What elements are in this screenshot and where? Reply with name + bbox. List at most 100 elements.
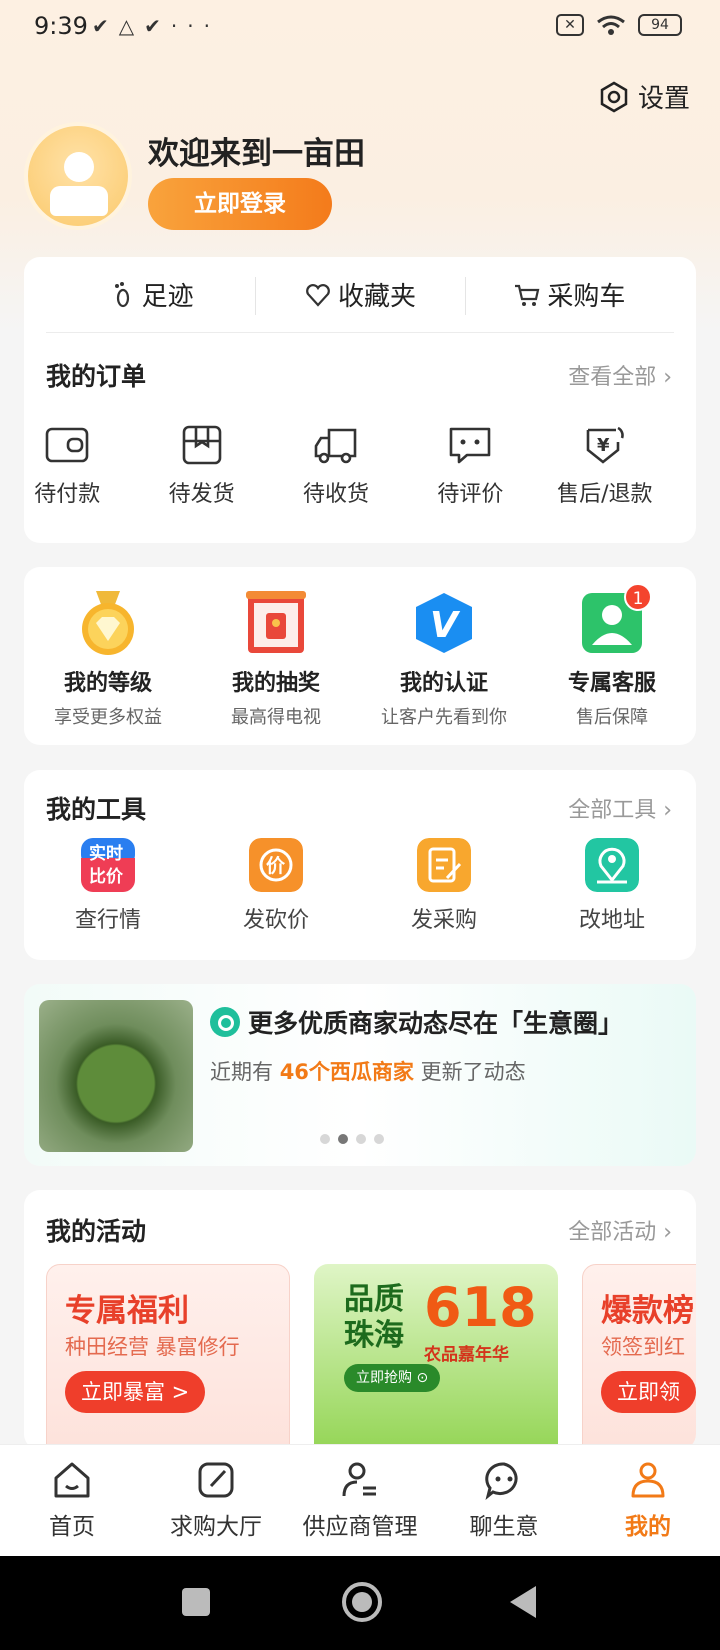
tab-chat[interactable]: 聊生意 — [432, 1445, 576, 1556]
business-circle-banner[interactable]: 更多优质商家动态尽在「生意圈」 近期有 46个西瓜商家 更新了动态 — [24, 984, 696, 1166]
feature-service-title: 专属客服 — [567, 671, 656, 696]
notification-icons: ✔△✔··· — [92, 14, 220, 38]
recent-apps-button[interactable] — [182, 1588, 210, 1616]
activity-hot-list-button[interactable]: 立即领 — [601, 1371, 696, 1413]
feature-lottery[interactable]: 我的抽奖 最高得电视 — [192, 589, 360, 729]
bottom-tab-bar: 首页 求购大厅 供应商管理 聊生意 我的 — [0, 1444, 720, 1556]
tools-view-all[interactable]: 全部工具 › — [568, 792, 672, 824]
activity-618[interactable]: 品质 珠海 618 农品嘉年华 立即抢购 ⊙ — [314, 1264, 558, 1450]
tools-row: 实时 比价 查行情 价 发砍价 发采购 改地址 — [24, 838, 696, 934]
activities-row: 专属福利 种田经营 暴富修行 立即暴富 > 品质 珠海 618 农品嘉年华 立即… — [46, 1264, 696, 1450]
feature-level-title: 我的等级 — [63, 671, 152, 696]
feature-lottery-sub: 最高得电视 — [231, 707, 321, 728]
package-icon — [182, 425, 221, 465]
footprint-link[interactable]: 足迹 — [46, 257, 255, 332]
login-button[interactable]: 立即登录 — [148, 178, 332, 230]
banner-sub-highlight: 46个西瓜商家 — [279, 1060, 414, 1084]
sim-icon: ✕ — [556, 14, 584, 36]
activity-welfare-title: 专属福利 — [65, 1293, 189, 1329]
battery-icon: 94 — [638, 14, 682, 36]
activity-hot-list-sub: 领签到红 — [601, 1335, 685, 1359]
feature-level[interactable]: 我的等级 享受更多权益 — [24, 589, 192, 729]
order-after-sales[interactable]: ¥ 售后/退款 — [538, 424, 672, 508]
business-circle-icon — [210, 1007, 240, 1037]
bargain-icon: 价 — [249, 838, 303, 892]
tool-address[interactable]: 改地址 — [528, 838, 696, 934]
order-pending-payment[interactable]: 待付款 — [0, 424, 134, 508]
price-compare-text-1: 实时 — [89, 843, 123, 864]
order-pending-shipment-label: 待发货 — [168, 482, 235, 507]
home-button[interactable] — [342, 1582, 382, 1622]
orders-row: 待付款 待发货 待收货 待评价 ¥ 售后/退款 — [0, 424, 672, 508]
order-pending-receipt-label: 待收货 — [303, 482, 370, 507]
activities-view-all[interactable]: 全部活动 › — [568, 1214, 672, 1246]
activity-welfare[interactable]: 专属福利 种田经营 暴富修行 立即暴富 > — [46, 1264, 290, 1450]
activity-welfare-sub: 种田经营 暴富修行 — [65, 1335, 240, 1359]
medal-icon — [82, 591, 134, 655]
lottery-icon — [246, 591, 306, 653]
activity-hot-list[interactable]: 爆款榜 领签到红 立即领 — [582, 1264, 696, 1450]
supplier-icon — [342, 1462, 376, 1497]
activity-618-title-bottom: 珠海 — [344, 1318, 404, 1353]
orders-title: 我的订单 — [46, 362, 147, 391]
feature-verify-sub: 让客户先看到你 — [381, 707, 507, 728]
feature-verify[interactable]: V 我的认证 让客户先看到你 — [360, 589, 528, 729]
banner-title: 更多优质商家动态尽在「生意圈」 — [210, 1004, 623, 1040]
tab-profile[interactable]: 我的 — [576, 1445, 720, 1556]
edit-icon — [198, 1462, 234, 1498]
back-button[interactable] — [510, 1586, 536, 1618]
feature-service[interactable]: 1 专属客服 售后保障 — [528, 583, 696, 729]
price-compare-text-2: 比价 — [89, 866, 124, 887]
footprint-icon — [114, 281, 129, 307]
feature-verify-title: 我的认证 — [399, 671, 488, 696]
tab-home[interactable]: 首页 — [0, 1445, 144, 1556]
features-card: 我的等级 享受更多权益 我的抽奖 最高得电视 V 我的认证 让客户先看到你 1 … — [24, 567, 696, 745]
activity-welfare-button[interactable]: 立即暴富 > — [65, 1371, 206, 1413]
home-icon — [54, 1462, 90, 1498]
tab-purchase-hall[interactable]: 求购大厅 — [144, 1445, 288, 1556]
status-right-icons: ✕ 94 — [556, 14, 682, 36]
activity-618-button[interactable]: 立即抢购 ⊙ — [344, 1364, 441, 1392]
order-pending-review[interactable]: 待评价 — [403, 424, 537, 508]
tool-bargain[interactable]: 价 发砍价 — [192, 838, 360, 934]
avatar[interactable] — [24, 122, 132, 230]
wallet-icon — [45, 427, 89, 463]
tab-supplier[interactable]: 供应商管理 — [288, 1445, 432, 1556]
avatar-body — [50, 186, 108, 216]
purchase-icon — [417, 838, 471, 892]
settings-button[interactable]: 设置 — [598, 78, 690, 115]
feature-level-sub: 享受更多权益 — [54, 707, 162, 728]
settings-label: 设置 — [637, 84, 690, 114]
favorites-link[interactable]: 收藏夹 — [255, 257, 464, 332]
order-pending-shipment[interactable]: 待发货 — [134, 424, 268, 508]
activity-618-title: 品质 珠海 — [344, 1282, 414, 1354]
tool-market-label: 查行情 — [74, 908, 141, 933]
tool-purchase-label: 发采购 — [410, 908, 477, 933]
watermelon-image — [39, 1000, 193, 1152]
order-pending-receipt[interactable]: 待收货 — [269, 424, 403, 508]
wifi-icon — [597, 15, 625, 35]
tool-market[interactable]: 实时 比价 查行情 — [24, 838, 192, 934]
location-icon — [585, 838, 639, 892]
tab-chat-label: 聊生意 — [469, 1514, 539, 1540]
avatar-head — [64, 152, 94, 182]
banner-subtitle: 近期有 46个西瓜商家 更新了动态 — [210, 1056, 526, 1086]
status-bar: 9:39 ✔△✔··· ✕ 94 — [0, 0, 720, 56]
activity-618-number: 618 — [424, 1276, 537, 1339]
activities-view-all-label: 全部活动 — [568, 1220, 657, 1245]
tab-supplier-label: 供应商管理 — [302, 1514, 418, 1540]
carousel-dot — [356, 1134, 366, 1144]
tool-purchase[interactable]: 发采购 — [360, 838, 528, 934]
tab-purchase-hall-label: 求购大厅 — [170, 1514, 262, 1540]
orders-view-all[interactable]: 查看全部 › — [568, 359, 672, 391]
feature-service-sub: 售后保障 — [576, 707, 648, 728]
cart-link[interactable]: 采购车 — [464, 257, 674, 332]
bargain-text: 价 — [266, 855, 286, 877]
status-time: 9:39 — [34, 12, 88, 40]
banner-sub-prefix: 近期有 — [210, 1060, 273, 1084]
activity-hot-list-title: 爆款榜 — [601, 1293, 694, 1329]
settings-icon — [600, 81, 628, 112]
profile-icon — [631, 1462, 665, 1498]
tool-bargain-label: 发砍价 — [242, 908, 309, 933]
cart-label: 采购车 — [547, 282, 626, 312]
